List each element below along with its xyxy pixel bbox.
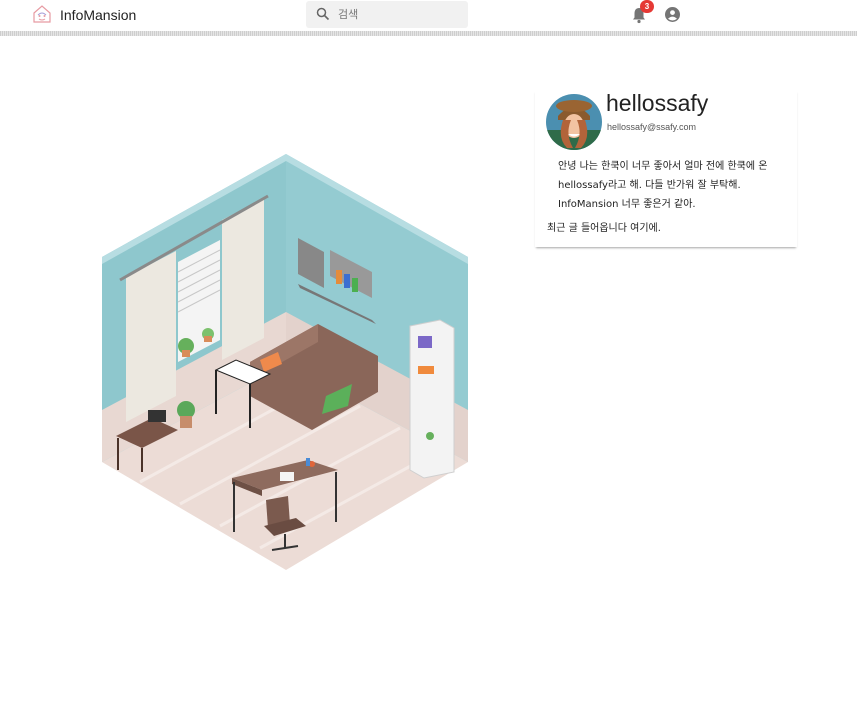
top-app-bar: InfoMansion 3 — [0, 0, 857, 31]
search-icon — [316, 7, 330, 21]
profile-email: hellossafy@ssafy.com — [607, 122, 696, 132]
profile-bio: 안녕 나는 한쿡이 너무 좋아서 얼마 전에 한쿡에 온 hellossafy라… — [558, 161, 768, 210]
profile-avatar[interactable] — [546, 94, 602, 150]
house-logo-icon[interactable] — [31, 3, 53, 25]
brand-name[interactable]: InfoMansion — [60, 7, 136, 23]
notification-badge: 3 — [640, 0, 654, 13]
recent-posts-text: 최근 글 들어옵니다 여기에. — [547, 223, 661, 234]
profile-username: hellossafy — [606, 90, 709, 116]
profile-card: hellossafy hellossafy@ssafy.com 안녕 나는 한쿡… — [535, 90, 797, 247]
account-circle-icon[interactable] — [665, 7, 680, 22]
search-input[interactable] — [338, 5, 458, 24]
app-bar-divider — [0, 31, 857, 36]
search-bar[interactable] — [306, 1, 468, 28]
room-illustration[interactable] — [100, 152, 470, 572]
